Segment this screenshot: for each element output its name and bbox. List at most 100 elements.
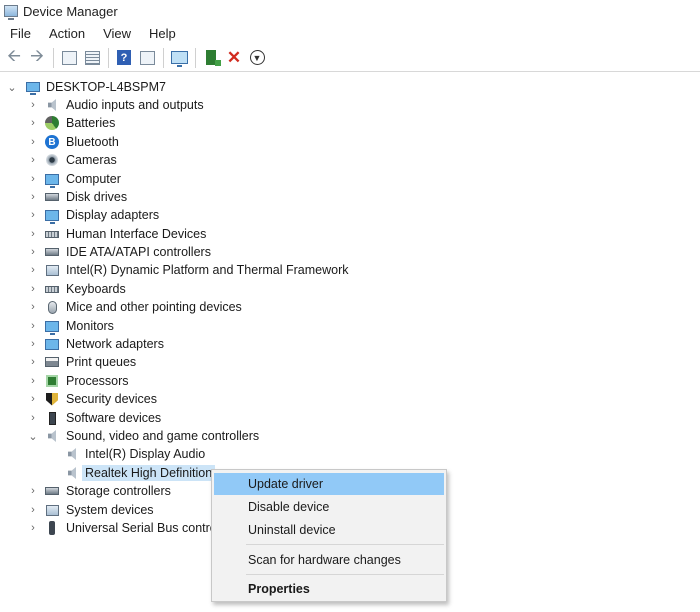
tree-item-label: Audio inputs and outputs [66, 98, 204, 112]
scan-monitor-icon[interactable] [169, 48, 189, 68]
system-device-icon [45, 503, 59, 517]
chevron-right-icon[interactable]: › [27, 154, 39, 166]
chevron-right-icon[interactable]: › [27, 320, 39, 332]
chevron-right-icon[interactable]: › [27, 191, 39, 203]
view-icon[interactable] [137, 48, 157, 68]
chevron-right-icon[interactable]: › [27, 209, 39, 221]
ide-controller-icon [45, 245, 59, 259]
printer-icon [45, 355, 59, 369]
chevron-right-icon[interactable]: › [27, 117, 39, 129]
properties-menu-item[interactable]: Properties [214, 578, 444, 600]
tree-item-label: Network adapters [66, 337, 164, 351]
chevron-right-icon[interactable]: › [27, 522, 39, 534]
properties-icon[interactable] [59, 48, 79, 68]
menu-action[interactable]: Action [40, 26, 94, 41]
tree-item-label: Print queues [66, 355, 137, 369]
chevron-right-icon[interactable]: › [27, 283, 39, 295]
menu-file[interactable]: File [0, 26, 40, 41]
tree-item-label: Cameras [66, 153, 117, 167]
tree-item-label: Bluetooth [66, 135, 119, 149]
tree-item-label: Realtek High Definition [82, 465, 216, 481]
computer-icon [26, 80, 40, 95]
tree-item-label: System devices [66, 503, 154, 517]
tree-item-label: Universal Serial Bus controll [66, 521, 223, 535]
window-title: Device Manager [23, 3, 118, 19]
help-icon[interactable]: ? [114, 48, 134, 68]
menu-separator [246, 544, 444, 545]
software-device-icon [45, 411, 59, 425]
disable-device-menu-item[interactable]: Disable device [214, 496, 444, 518]
chevron-right-icon[interactable]: › [27, 99, 39, 111]
root-label: DESKTOP-L4BSPM7 [46, 80, 166, 94]
menu-view[interactable]: View [94, 26, 140, 41]
uninstall-icon[interactable]: ✕ [224, 48, 244, 68]
chevron-right-icon[interactable]: › [27, 338, 39, 350]
tree-item-label: Human Interface Devices [66, 227, 207, 241]
chevron-down-icon[interactable]: ⌄ [27, 430, 39, 443]
camera-icon [45, 153, 59, 167]
display-adapter-icon [45, 208, 59, 224]
menu-help[interactable]: Help [140, 26, 185, 41]
bluetooth-icon: B [45, 135, 59, 149]
chevron-right-icon[interactable]: › [27, 393, 39, 405]
keyboard-icon [45, 227, 59, 241]
chevron-right-icon[interactable]: › [27, 356, 39, 368]
usb-icon [45, 521, 59, 535]
speaker-icon [65, 447, 79, 461]
security-device-icon [45, 392, 59, 406]
tree-item-label: Keyboards [66, 282, 126, 296]
uninstall-device-menu-item[interactable]: Uninstall device [214, 519, 444, 541]
monitor-icon [45, 319, 59, 335]
network-adapter-icon [45, 337, 59, 351]
title-bar: Device Manager [0, 0, 700, 22]
computer-icon [45, 172, 59, 188]
update-driver-menu-item[interactable]: Update driver [214, 473, 444, 495]
tree-item-label: Intel(R) Dynamic Platform and Thermal Fr… [66, 263, 349, 277]
toolbar-separator [108, 47, 109, 68]
device-manager-icon [4, 5, 18, 20]
storage-controller-icon [45, 484, 59, 498]
keyboard-icon [45, 282, 59, 296]
download-icon[interactable]: ▼ [247, 48, 267, 68]
menu-bar: File Action View Help [0, 23, 700, 43]
tree-item-label: Storage controllers [66, 484, 171, 498]
toolbar: 🡨 🡪 ? ✕ ▼ [0, 44, 700, 72]
back-icon[interactable]: 🡨 [4, 46, 24, 68]
speaker-icon [45, 98, 59, 112]
disk-drive-icon [45, 190, 59, 204]
menu-separator [246, 574, 444, 575]
tree-item-label: Disk drives [66, 190, 128, 204]
scan-hardware-menu-item[interactable]: Scan for hardware changes [214, 549, 444, 571]
chevron-right-icon[interactable]: › [27, 375, 39, 387]
toolbar-separator [163, 47, 164, 68]
tree-item-label: Computer [66, 172, 121, 186]
toolbar-separator [53, 47, 54, 68]
show-hidden-icon[interactable] [82, 48, 102, 68]
chevron-right-icon[interactable]: › [27, 228, 39, 240]
tree-item-label: Sound, video and game controllers [66, 429, 260, 443]
tree-item-label: Display adapters [66, 208, 160, 222]
add-driver-icon[interactable] [201, 48, 221, 68]
chevron-right-icon[interactable]: › [27, 173, 39, 185]
processor-icon [45, 374, 59, 388]
battery-icon [45, 116, 59, 130]
chevron-down-icon[interactable]: ⌄ [6, 81, 18, 94]
chevron-right-icon[interactable]: › [27, 504, 39, 516]
toolbar-separator [195, 47, 196, 68]
speaker-icon [65, 466, 79, 480]
tree-item-label: Software devices [66, 411, 162, 425]
chevron-right-icon[interactable]: › [27, 412, 39, 424]
speaker-icon [45, 429, 59, 443]
tree-item-label: Processors [66, 374, 129, 388]
chevron-right-icon[interactable]: › [27, 136, 39, 148]
chevron-right-icon[interactable]: › [27, 264, 39, 276]
chevron-right-icon[interactable]: › [27, 485, 39, 497]
tree-item-label: Security devices [66, 392, 158, 406]
forward-icon[interactable]: 🡪 [27, 46, 47, 68]
mouse-icon [45, 300, 59, 314]
tree-item-label: Monitors [66, 319, 114, 333]
tree-item-label: Intel(R) Display Audio [85, 447, 206, 461]
tree-item-label: Batteries [66, 116, 116, 130]
chevron-right-icon[interactable]: › [27, 246, 39, 258]
chevron-right-icon[interactable]: › [27, 301, 39, 313]
